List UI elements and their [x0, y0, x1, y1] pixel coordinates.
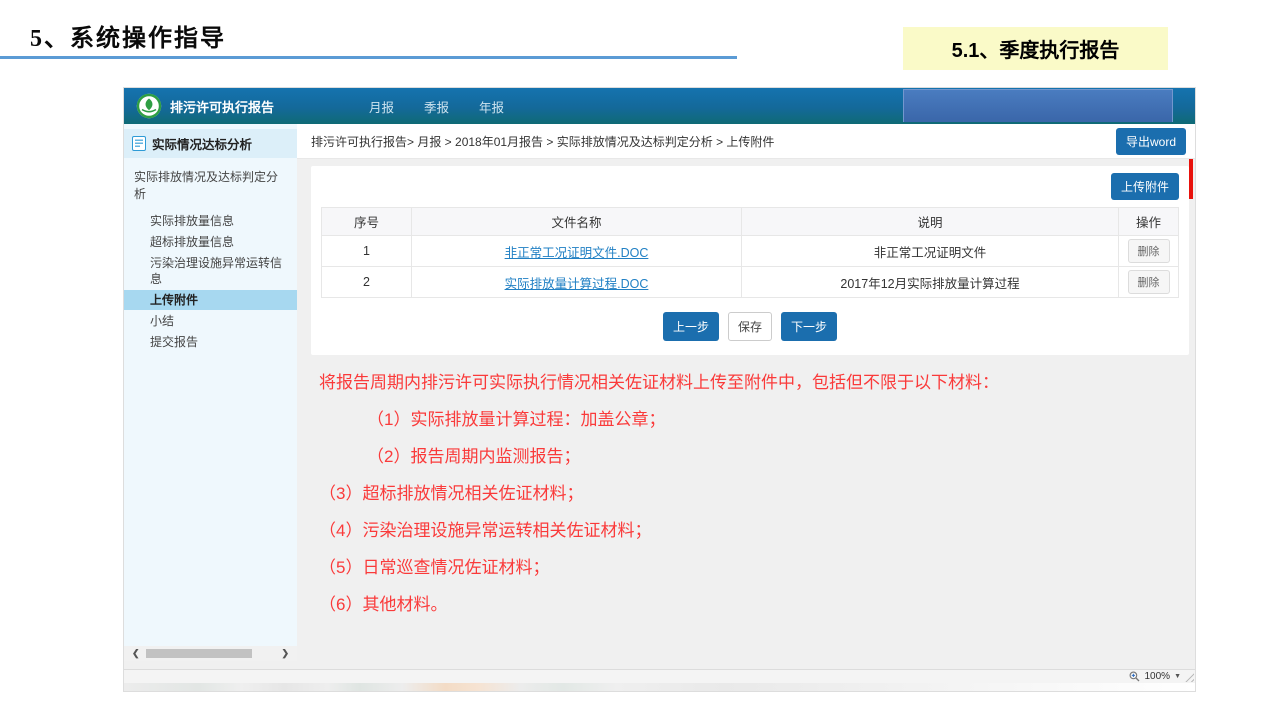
annotation-item: （4）污染治理设施异常运转相关佐证材料； — [319, 512, 1119, 549]
annotation-item: （3）超标排放情况相关佐证材料； — [319, 475, 1119, 512]
col-header-description: 说明 — [742, 208, 1119, 236]
col-header-seq: 序号 — [322, 208, 412, 236]
table-row: 1 非正常工况证明文件.DOC 非正常工况证明文件 删除 — [322, 236, 1179, 267]
title-underline — [0, 56, 737, 59]
window-resize-gripper[interactable] — [1184, 672, 1194, 682]
red-annotation-text: 将报告周期内排污许可实际执行情况相关佐证材料上传至附件中，包括但不限于以下材料：… — [319, 364, 1119, 623]
breadcrumb[interactable]: 排污许可执行报告> 月报 > 2018年01月报告 > 实际排放情况及达标判定分… — [311, 133, 774, 150]
sidebar-item-summary[interactable]: 小结 — [124, 311, 297, 331]
previous-step-button[interactable]: 上一步 — [663, 312, 719, 341]
sidebar-section-label: 实际排放情况及达标判定分析 — [124, 158, 297, 210]
slide: 5、系统操作指导 5.1、季度执行报告 排污许可执行报告 月报 季报 年报 — [0, 0, 1280, 720]
file-link[interactable]: 实际排放量计算过程.DOC — [505, 277, 649, 291]
sidebar-item-actual-emission[interactable]: 实际排放量信息 — [124, 211, 297, 231]
file-link[interactable]: 非正常工况证明文件.DOC — [505, 246, 649, 260]
export-word-button[interactable]: 导出word — [1116, 128, 1186, 155]
attachments-panel: 上传附件 序号 文件名称 说明 操作 — [311, 166, 1189, 355]
annotation-item: （2）报告周期内监测报告； — [319, 438, 1119, 475]
sidebar-item-excess-emission[interactable]: 超标排放量信息 — [124, 232, 297, 252]
taskbar-blur-strip — [124, 683, 1195, 691]
top-nav: 月报 季报 年报 — [369, 97, 504, 116]
scroll-left-icon[interactable]: ❮ — [132, 649, 140, 658]
sidebar-panel: 实际情况达标分析 实际排放情况及达标判定分析 实际排放量信息 超标排放量信息 污… — [124, 124, 297, 646]
upload-attachment-button[interactable]: 上传附件 — [1111, 173, 1179, 200]
cell-description: 非正常工况证明文件 — [742, 236, 1119, 267]
delete-button[interactable]: 删除 — [1128, 239, 1170, 263]
zoom-magnifier-icon — [1129, 671, 1140, 682]
sidebar-item-submit-report[interactable]: 提交报告 — [124, 332, 297, 352]
browser-statusbar: 100% ▼ — [124, 669, 1195, 683]
delete-button[interactable]: 删除 — [1128, 270, 1170, 294]
document-icon — [132, 136, 146, 151]
table-row: 2 实际排放量计算过程.DOC 2017年12月实际排放量计算过程 删除 — [322, 267, 1179, 298]
sidebar-item-upload-attachment[interactable]: 上传附件 — [124, 290, 297, 310]
sidebar-horizontal-scrollbar[interactable]: ❮ ❯ — [124, 646, 297, 661]
nav-item-quarterly[interactable]: 季报 — [424, 97, 449, 116]
nav-item-annual[interactable]: 年报 — [479, 97, 504, 116]
sidebar-header-analysis[interactable]: 实际情况达标分析 — [124, 129, 297, 158]
slide-section-title: 5、系统操作指导 — [30, 18, 226, 53]
annotation-item: （1）实际排放量计算过程：加盖公章； — [319, 401, 1119, 438]
annotation-item: （5）日常巡查情况佐证材料； — [319, 549, 1119, 586]
cell-description: 2017年12月实际排放量计算过程 — [742, 267, 1119, 298]
scrollbar-thumb[interactable] — [146, 649, 252, 658]
annotation-item: （6）其他材料。 — [319, 586, 1119, 623]
scroll-right-icon[interactable]: ❯ — [281, 649, 289, 658]
attachments-table: 序号 文件名称 说明 操作 1 非正常工况证明文件.DOC 非正常工况证明文件 — [321, 207, 1179, 298]
red-annotation-line — [1189, 159, 1193, 199]
sidebar-item-abnormal-operation[interactable]: 污染治理设施异常运转信息 — [124, 253, 297, 289]
save-button[interactable]: 保存 — [728, 312, 772, 341]
browser-screenshot: 排污许可执行报告 月报 季报 年报 — [123, 87, 1196, 692]
app-navbar: 排污许可执行报告 月报 季报 年报 — [124, 88, 1195, 124]
cell-seq: 1 — [322, 236, 412, 267]
col-header-filename: 文件名称 — [412, 208, 742, 236]
user-info-redaction-box — [903, 89, 1173, 122]
app-title: 排污许可执行报告 — [170, 97, 274, 116]
next-step-button[interactable]: 下一步 — [781, 312, 837, 341]
annotation-intro: 将报告周期内排污许可实际执行情况相关佐证材料上传至附件中，包括但不限于以下材料： — [319, 364, 1119, 401]
col-header-action: 操作 — [1119, 208, 1179, 236]
zoom-level[interactable]: 100% — [1144, 671, 1170, 682]
zoom-dropdown-icon[interactable]: ▼ — [1174, 673, 1181, 680]
sidebar-header-label: 实际情况达标分析 — [152, 134, 252, 153]
nav-item-monthly[interactable]: 月报 — [369, 97, 394, 116]
table-header-row: 序号 文件名称 说明 操作 — [322, 208, 1179, 236]
topic-badge: 5.1、季度执行报告 — [903, 27, 1168, 70]
app-logo-icon — [136, 93, 162, 119]
breadcrumb-bar: 排污许可执行报告> 月报 > 2018年01月报告 > 实际排放情况及达标判定分… — [297, 124, 1195, 159]
sidebar: 实际情况达标分析 实际排放情况及达标判定分析 实际排放量信息 超标排放量信息 污… — [124, 124, 297, 669]
cell-seq: 2 — [322, 267, 412, 298]
wizard-buttons: 上一步 保存 下一步 — [321, 298, 1179, 343]
